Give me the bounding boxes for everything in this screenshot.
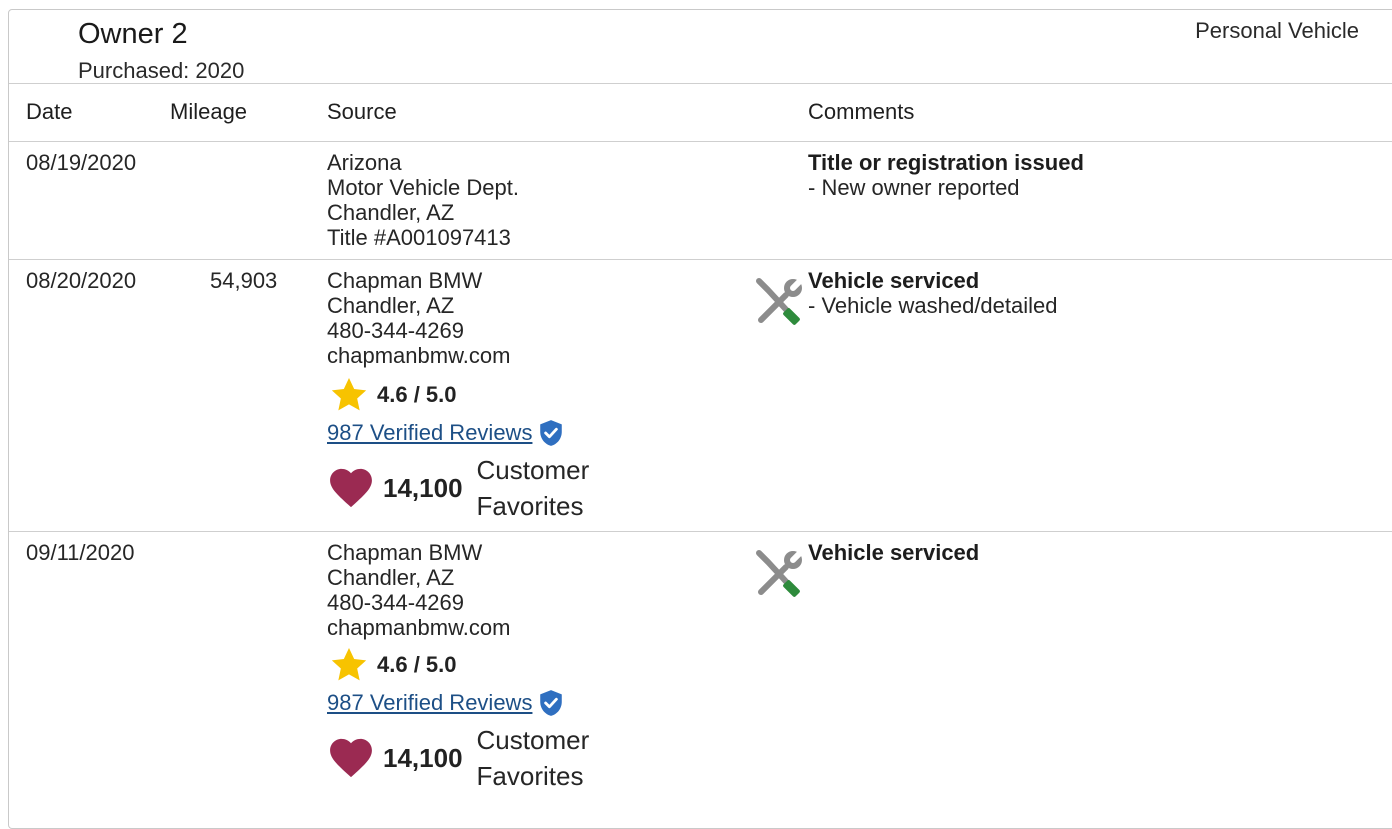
favorites-label-line: Customer [476, 725, 590, 755]
source-line: Chandler, AZ [327, 565, 455, 590]
favorites-count: 14,100 [383, 742, 463, 773]
divider [9, 83, 1392, 84]
favorites-label-line: Favorites [476, 491, 584, 521]
column-header-source: Source [327, 99, 397, 124]
owner-title: Owner 2 [78, 18, 188, 50]
customer-favorites: 14,100 Customer Favorites [329, 722, 617, 794]
column-header-comments: Comments [808, 99, 915, 124]
row-date: 08/19/2020 [26, 150, 137, 175]
verified-reviews-link[interactable]: 987 Verified Reviews [327, 420, 532, 446]
verified-reviews: 987 Verified Reviews [327, 689, 564, 717]
column-header-mileage: Mileage [170, 99, 248, 124]
customer-favorites: 14,100 Customer Favorites [329, 452, 617, 524]
verified-reviews: 987 Verified Reviews [327, 419, 564, 447]
dealer-rating: 4.6 / 5.0 [329, 645, 457, 685]
row-source: Chapman BMW Chandler, AZ 480-344-4269 ch… [327, 540, 510, 640]
favorites-count: 14,100 [383, 472, 463, 503]
rating-score: 4.6 / 5.0 [377, 382, 457, 407]
comment-detail: - Vehicle washed/detailed [808, 293, 1058, 318]
owner-header: Owner 2 Purchased: 2020 Personal Vehicle [9, 10, 1392, 83]
row-comments: Title or registration issued - New owner… [808, 150, 1084, 200]
favorites-label-line: Customer [476, 455, 590, 485]
row-comments: Vehicle serviced - Vehicle washed/detail… [808, 268, 1058, 318]
favorites-label: Customer Favorites [477, 722, 617, 794]
column-header-date: Date [26, 99, 73, 124]
verified-shield-icon [540, 420, 563, 446]
source-line: 480-344-4269 [327, 590, 465, 615]
service-tools-icon [756, 277, 804, 325]
divider [9, 141, 1392, 142]
row-source: Arizona Motor Vehicle Dept. Chandler, AZ… [327, 150, 519, 250]
favorites-label-line: Favorites [476, 761, 584, 791]
source-line: Chandler, AZ [327, 293, 455, 318]
source-line: chapmanbmw.com [327, 615, 511, 640]
service-tools-icon [756, 549, 804, 597]
divider [9, 259, 1392, 260]
owner-history-card: Owner 2 Purchased: 2020 Personal Vehicle… [8, 9, 1392, 829]
heart-icon [330, 738, 372, 778]
comment-title: Vehicle serviced [808, 540, 980, 565]
row-date: 08/20/2020 [26, 268, 137, 293]
favorites-label: Customer Favorites [477, 452, 617, 524]
star-icon [331, 378, 367, 411]
source-line: 480-344-4269 [327, 318, 465, 343]
star-icon [331, 648, 367, 681]
row-comments: Vehicle serviced [808, 540, 979, 565]
vehicle-type-label: Personal Vehicle [1195, 18, 1359, 43]
comment-detail: - New owner reported [808, 175, 1020, 200]
heart-icon [330, 468, 372, 508]
verified-shield-icon [540, 690, 563, 716]
source-line: Motor Vehicle Dept. [327, 175, 519, 200]
comment-title: Title or registration issued [808, 150, 1084, 175]
source-line: Arizona [327, 150, 402, 175]
dealer-rating: 4.6 / 5.0 [329, 375, 457, 415]
source-line: Chandler, AZ [327, 200, 455, 225]
owner-purchased-year: Purchased: 2020 [78, 58, 245, 83]
verified-reviews-link[interactable]: 987 Verified Reviews [327, 690, 532, 716]
row-source: Chapman BMW Chandler, AZ 480-344-4269 ch… [327, 268, 510, 368]
source-line: Title #A001097413 [327, 225, 511, 250]
rating-score: 4.6 / 5.0 [377, 652, 457, 677]
source-line: Chapman BMW [327, 540, 483, 565]
comment-title: Vehicle serviced [808, 268, 980, 293]
row-date: 09/11/2020 [26, 540, 135, 565]
row-mileage: 54,903 [210, 268, 278, 293]
divider [9, 531, 1392, 532]
source-line: chapmanbmw.com [327, 343, 511, 368]
source-line: Chapman BMW [327, 268, 483, 293]
